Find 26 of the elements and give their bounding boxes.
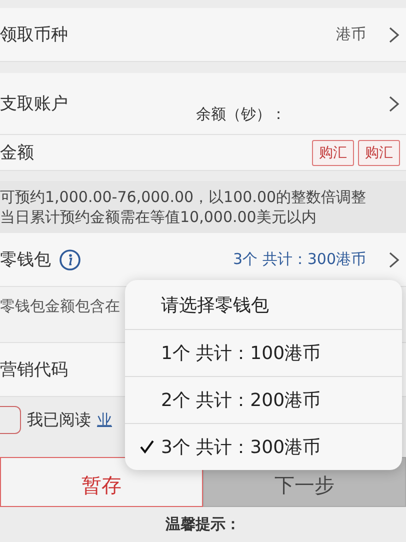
save-draft-button[interactable]: 暂存 — [0, 457, 203, 507]
chevron-icon — [388, 94, 400, 112]
menu-title: 请选择零钱包 — [125, 280, 402, 330]
exchange-tag[interactable]: 购汇 — [358, 140, 400, 166]
row-label: 零钱包 — [0, 249, 51, 271]
info-icon[interactable] — [59, 248, 81, 270]
agreement-link[interactable]: 业 — [97, 410, 112, 430]
wallet-note: 零钱包金额包含在 — [0, 297, 120, 316]
checkbox[interactable] — [0, 406, 21, 434]
exchange-tag[interactable]: 购汇 — [312, 140, 354, 166]
wallet-value: 3个 共计：300港币 — [233, 250, 366, 269]
tip-title: 温馨提示： — [164, 515, 242, 534]
menu-option[interactable]: 1个 共计：100港币 — [125, 330, 402, 377]
chevron-icon — [388, 26, 400, 44]
row-label: 支取账户 — [0, 93, 68, 115]
row-label: 金额 — [0, 142, 34, 164]
chevron-icon — [388, 250, 400, 268]
currency-value: 港币 — [336, 25, 366, 44]
menu-option[interactable]: 2个 共计：200港币 — [125, 377, 402, 424]
check-icon — [139, 439, 155, 455]
hint-text: 当日累计预约金额需在等值10,000.00美元以内 — [0, 207, 318, 227]
row-label: 营销代码 — [0, 359, 68, 381]
agreement-text: 我已阅读 — [27, 410, 91, 430]
balance-label: 余额（钞）： — [196, 105, 286, 124]
row-label: 领取币种 — [0, 24, 68, 46]
hint-text: 可预约1,000.00-76,000.00，以100.00的整数倍调整 — [0, 187, 368, 207]
